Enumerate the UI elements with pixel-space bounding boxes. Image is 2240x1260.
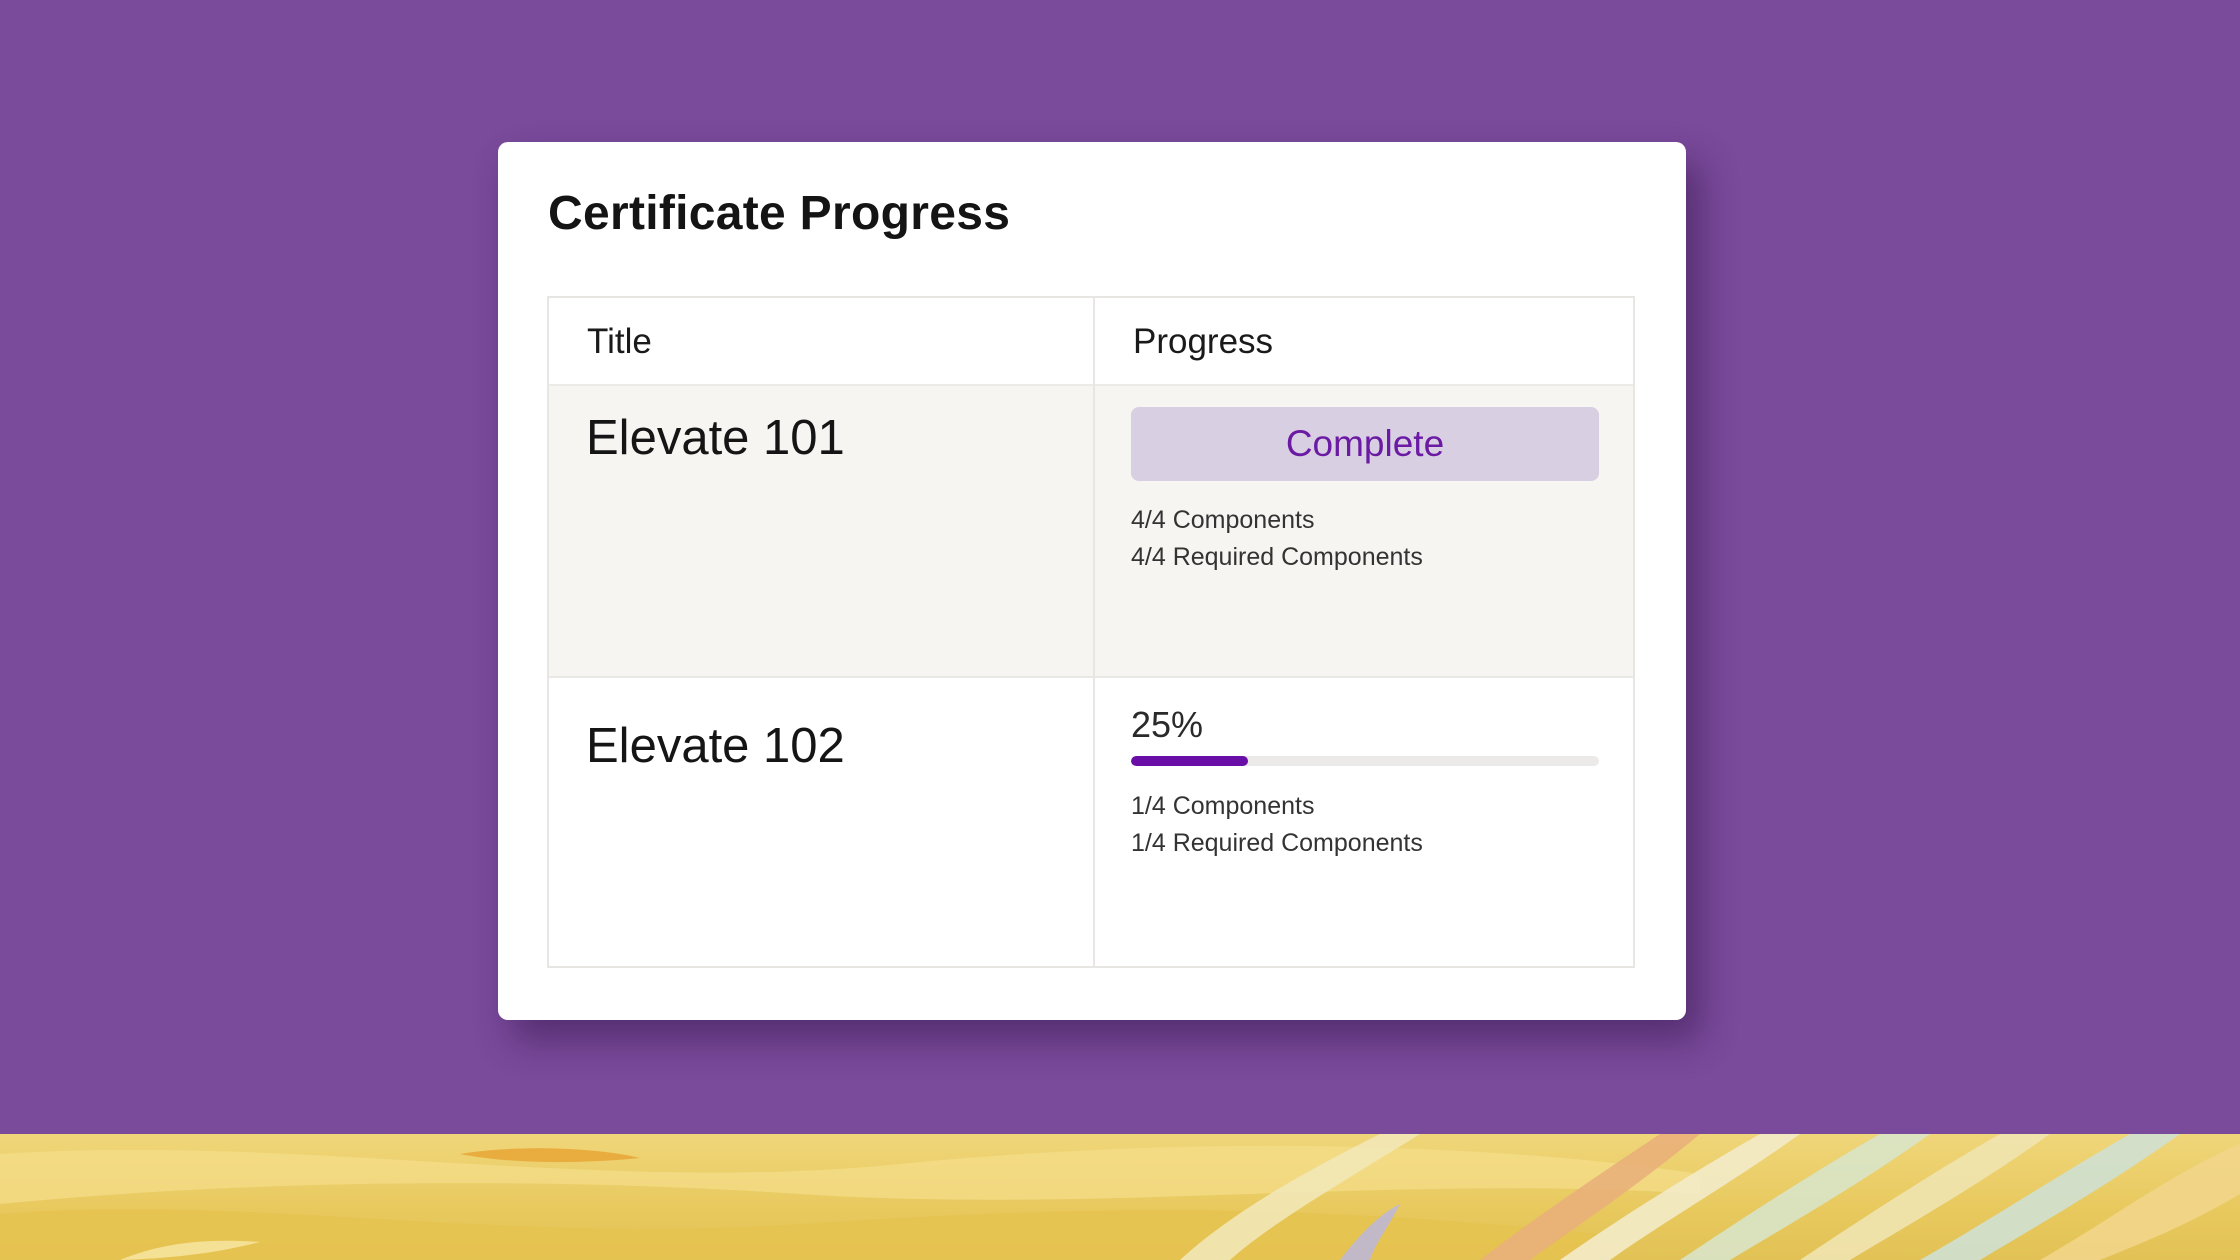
brushstroke-art [0, 1134, 2240, 1260]
components-count: 4/4 Components [1131, 506, 1315, 534]
table-header-row: Title Progress [549, 298, 1633, 386]
course-title: Elevate 102 [586, 719, 845, 773]
progress-percent: 25% [1131, 704, 1204, 745]
complete-status-badge: Complete [1131, 407, 1599, 481]
table-row: Elevate 102 25% 1/4 Components 1/4 Requi… [549, 680, 1633, 966]
column-divider [1093, 298, 1095, 966]
certificate-progress-card: Certificate Progress Title Progress Elev… [498, 142, 1686, 1020]
column-header-title: Title [587, 322, 652, 361]
column-header-progress: Progress [1133, 322, 1274, 361]
components-count: 1/4 Components [1131, 792, 1315, 820]
painted-banner [0, 1134, 2240, 1260]
required-components-count: 4/4 Required Components [1131, 543, 1423, 571]
progress-table: Title Progress Elevate 101 Complete 4/4 … [547, 296, 1635, 968]
progress-bar [1131, 756, 1599, 766]
course-title: Elevate 101 [586, 411, 845, 465]
required-components-count: 1/4 Required Components [1131, 829, 1423, 857]
progress-bar-fill [1131, 756, 1248, 766]
table-row: Elevate 101 Complete 4/4 Components 4/4 … [549, 386, 1633, 678]
card-title: Certificate Progress [548, 187, 1011, 240]
